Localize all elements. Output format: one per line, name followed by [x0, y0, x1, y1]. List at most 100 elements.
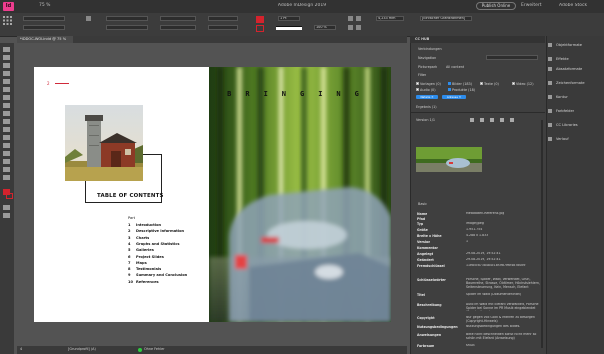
scale-y-field[interactable] — [160, 25, 196, 30]
direct-selection-tool-icon[interactable] — [3, 55, 10, 60]
spread-car-image[interactable] — [209, 67, 391, 322]
all-content-label[interactable]: All content — [446, 65, 464, 69]
zoom-tool-icon[interactable] — [3, 175, 10, 180]
toc-row-number: 5 — [128, 248, 131, 253]
rectangle-tool-icon[interactable] — [3, 119, 10, 124]
filter-checkbox[interactable] — [448, 88, 451, 91]
x-position-field[interactable] — [23, 16, 65, 21]
eyedropper-tool-icon[interactable] — [3, 159, 10, 164]
refresh-icon[interactable] — [470, 118, 474, 122]
metadata-value[interactable]: Auto im Wald mit Elefant verwackelt, Por… — [466, 303, 540, 311]
asset-thumbnail[interactable] — [416, 147, 482, 172]
reference-point-icon[interactable] — [3, 16, 12, 26]
filter-tag-adresse[interactable]: Adresse ✕ — [442, 95, 466, 99]
metadata-value[interactable]: 1.951.754 — [466, 228, 540, 232]
filter-checkbox[interactable] — [448, 82, 451, 85]
gradient-tool-icon[interactable] — [3, 143, 10, 148]
download-icon[interactable] — [490, 118, 494, 122]
place-icon[interactable] — [480, 118, 484, 122]
page-tool-icon[interactable] — [3, 63, 10, 68]
metadata-value[interactable]: Nur gegen voll Gold & Mithren zu besorge… — [466, 316, 540, 324]
object-style-dropdown[interactable]: [Einfacher Grafikrahmen] — [420, 16, 472, 21]
dock-item[interactable]: Absatzformate — [548, 64, 582, 74]
metadata-value[interactable]: Metadaten-Referenz.jpg — [466, 212, 540, 216]
metadata-value[interactable]: sRGB — [466, 344, 540, 348]
shear-field[interactable] — [208, 25, 238, 30]
metadata-value[interactable]: 1 — [466, 240, 540, 244]
barn-photo[interactable] — [65, 105, 143, 181]
dock-item[interactable]: Verlauf — [548, 134, 569, 144]
toc-row: 2 Descriptive Information — [128, 229, 184, 233]
stroke-weight-field[interactable]: 1 Pt — [278, 16, 300, 21]
pen-tool-icon[interactable] — [3, 95, 10, 100]
stroke-type-dropdown[interactable] — [276, 26, 302, 30]
filter-section[interactable]: Filter — [418, 73, 426, 77]
dock-item[interactable]: Farbfelder — [548, 106, 574, 116]
align-left-icon[interactable] — [348, 16, 353, 21]
hand-tool-icon[interactable] — [3, 167, 10, 172]
rotation-field[interactable] — [208, 16, 238, 21]
preflight-status[interactable]: Ohne Fehler — [144, 347, 165, 351]
navigation-section[interactable]: Navigation — [418, 56, 436, 60]
line-tool-icon[interactable] — [3, 87, 10, 92]
workspace-switcher[interactable]: Erweitert — [521, 3, 542, 8]
stroke-swatch-icon[interactable] — [6, 193, 13, 199]
dock-item[interactable]: Objektformate — [548, 40, 582, 50]
filter-tag-natalie[interactable]: Natalie ✕ — [416, 95, 438, 99]
stroke-color-swatch[interactable] — [256, 25, 264, 32]
navigation-search-input[interactable] — [486, 55, 538, 60]
screen-mode-icon[interactable] — [3, 213, 10, 218]
align-center-icon[interactable] — [356, 16, 361, 21]
metadata-key: Pfad — [417, 217, 426, 221]
note-tool-icon[interactable] — [3, 151, 10, 156]
metadata-value[interactable]: 29.08.2019, 19:52:41 — [466, 258, 540, 262]
dock-item[interactable]: Kontur — [548, 92, 568, 102]
object-styles-icon — [548, 43, 552, 47]
profile-label[interactable]: [Grundprofil] (A) — [68, 347, 96, 351]
gap-tool-icon[interactable] — [3, 71, 10, 76]
selection-tool-icon[interactable] — [3, 47, 10, 52]
stock-search-input[interactable]: Adobe Stock — [559, 3, 601, 8]
metadata-value[interactable]: image/jpeg — [466, 222, 540, 226]
metadata-value[interactable]: 4.288 x 1.833 — [466, 234, 540, 238]
free-transform-tool-icon[interactable] — [3, 135, 10, 140]
stroke-offset-field[interactable]: 4,233 mm — [376, 16, 404, 21]
scissors-tool-icon[interactable] — [3, 127, 10, 132]
basic-section[interactable]: Basic — [418, 202, 427, 206]
distribute-icon[interactable] — [348, 25, 353, 30]
apply-color-icon[interactable] — [3, 205, 10, 210]
page-field[interactable]: 4 — [20, 347, 22, 351]
metadata-value[interactable]: 11e85ca738484c18f3fb7e6f4b7b0b9 — [466, 264, 540, 268]
publish-online-button[interactable]: Publish Online — [476, 2, 516, 10]
scale-x-field[interactable] — [160, 16, 196, 21]
metadata-value[interactable]: Nutzungsbedingungen des Bildes. — [466, 325, 540, 329]
metadata-value[interactable]: Porsche, Spider, Wald, Verwendet, Grün, … — [466, 278, 540, 289]
filter-checkbox[interactable] — [416, 82, 419, 85]
fill-color-swatch[interactable] — [256, 16, 264, 23]
y-position-field[interactable] — [23, 25, 65, 30]
metadata-value[interactable]: Bitte nicht beschneiden sonst nicht mehr… — [466, 333, 540, 341]
dock-item[interactable]: Zeichenformate — [548, 78, 585, 88]
width-field[interactable] — [106, 16, 148, 21]
rectangle-frame-tool-icon[interactable] — [3, 111, 10, 116]
hub-scrollbar[interactable] — [541, 120, 543, 348]
metadata-key: Schlüsselwörter — [417, 278, 446, 282]
dock-item[interactable]: Effekte — [548, 54, 569, 64]
metadata-value[interactable]: 29.08.2019, 19:52:41 — [466, 252, 540, 256]
height-field[interactable] — [106, 25, 148, 30]
filter-checkbox[interactable] — [416, 88, 419, 91]
type-tool-icon[interactable] — [3, 79, 10, 84]
connections-section[interactable]: Verbindungen — [418, 47, 442, 51]
dock-item[interactable]: CC Libraries — [548, 120, 578, 130]
pencil-tool-icon[interactable] — [3, 103, 10, 108]
document-tab[interactable]: *IDDOC-WOLindd @ 75 % — [17, 36, 73, 43]
filter-checkbox[interactable] — [512, 82, 515, 85]
opacity-field[interactable]: 100 % — [314, 25, 336, 30]
version-selector[interactable]: Version 1/1 — [416, 118, 435, 122]
link-icon[interactable] — [500, 118, 504, 122]
filter-checkbox[interactable] — [480, 82, 483, 85]
info-icon[interactable] — [510, 118, 514, 122]
constrain-proportions-icon[interactable] — [86, 16, 91, 21]
metadata-value[interactable]: Spider im Wald (Dokumentenintel) — [466, 293, 540, 297]
fitting-icon[interactable] — [356, 25, 361, 30]
